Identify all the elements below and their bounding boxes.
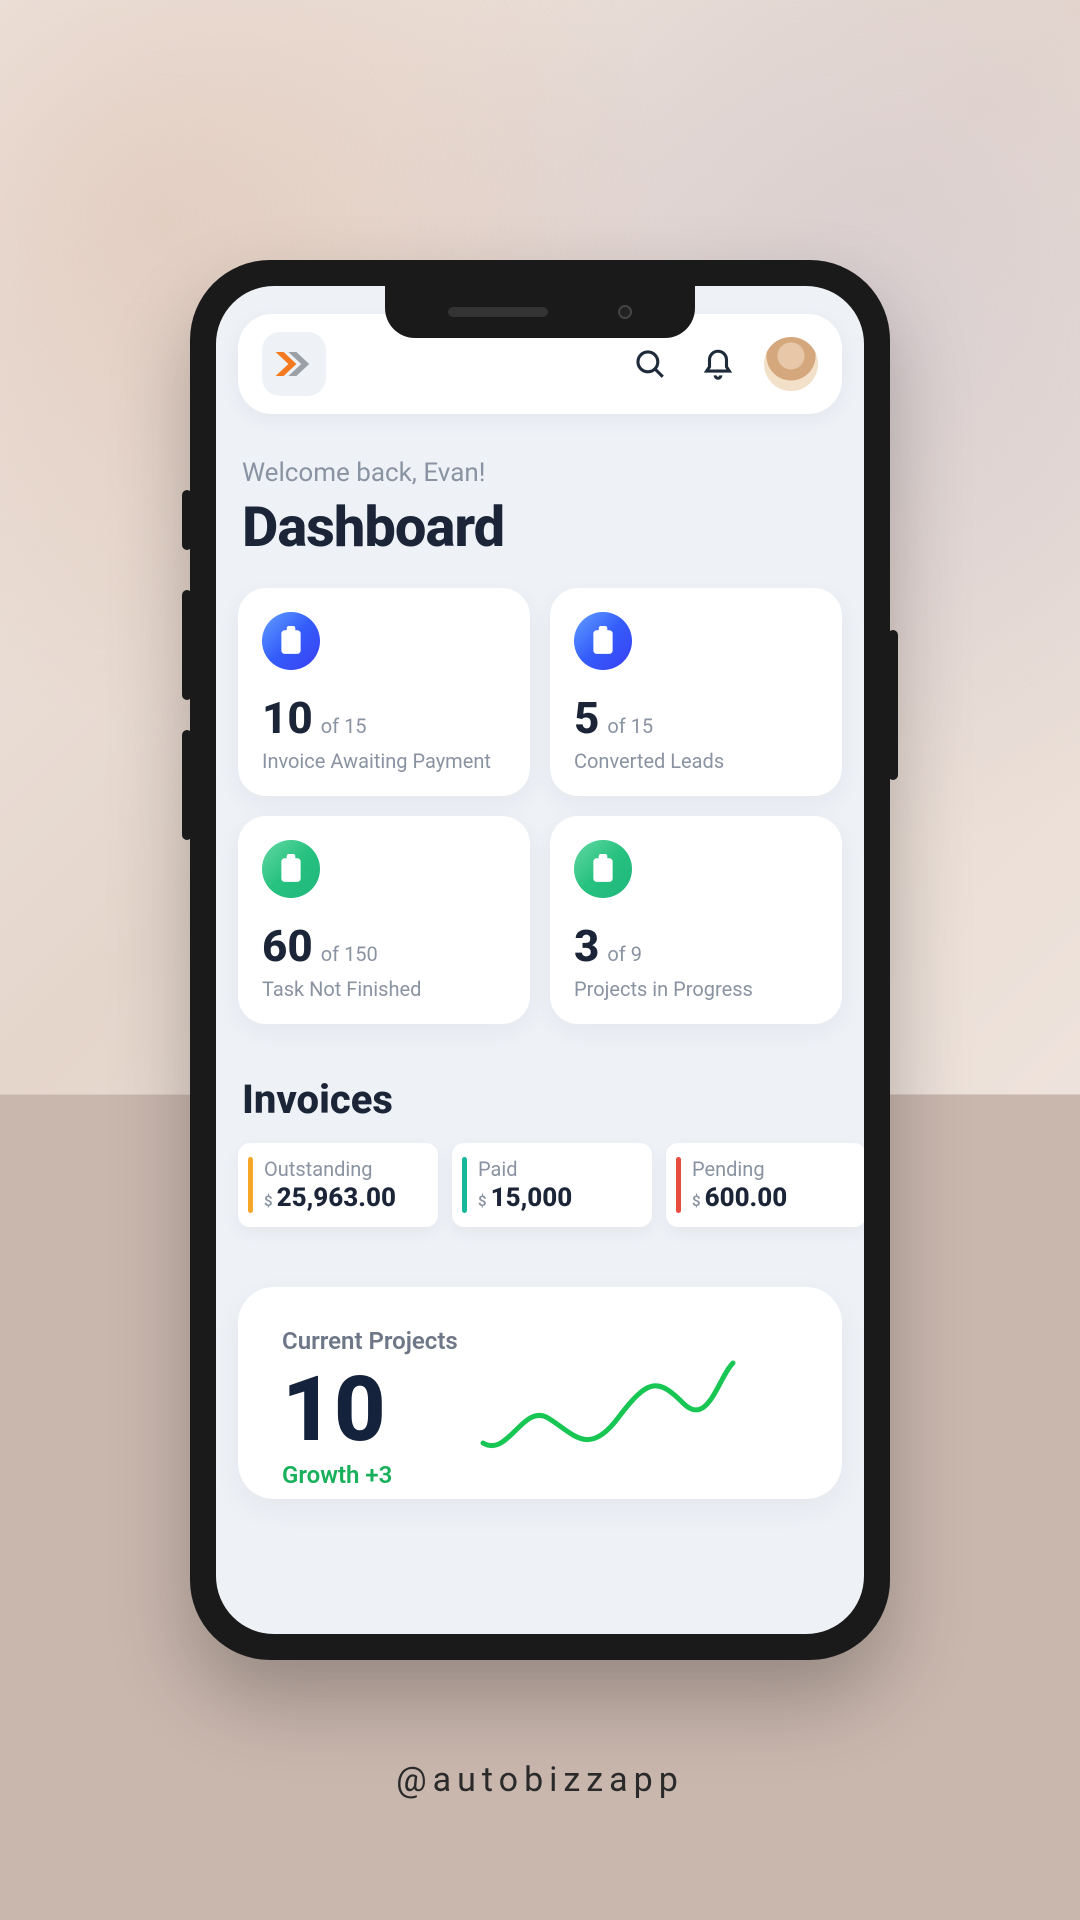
greeting-text: Welcome back, Evan!	[242, 458, 838, 488]
invoice-currency: $	[692, 1192, 701, 1210]
stats-grid: 10 of 15 Invoice Awaiting Payment 5 of 15 …	[238, 588, 842, 1024]
invoice-currency: $	[478, 1192, 487, 1210]
stat-label: Invoice Awaiting Payment	[262, 748, 506, 774]
invoice-card-paid[interactable]: Paid $15,000	[452, 1143, 652, 1227]
phone-frame: Welcome back, Evan! Dashboard 10 of 15 In…	[190, 260, 890, 1660]
stat-value: 5	[574, 692, 599, 744]
notifications-button[interactable]	[698, 344, 738, 384]
stat-card-projects-in-progress[interactable]: 3 of 9 Projects in Progress	[550, 816, 842, 1024]
phone-screen: Welcome back, Evan! Dashboard 10 of 15 In…	[216, 286, 864, 1634]
stat-label: Task Not Finished	[262, 976, 506, 1002]
clipboard-icon	[574, 840, 632, 898]
projects-title: Current Projects	[282, 1327, 458, 1355]
stat-value: 60	[262, 920, 313, 972]
bell-icon	[701, 347, 735, 381]
current-projects-card[interactable]: Current Projects 10 Growth +3	[238, 1287, 842, 1499]
search-button[interactable]	[630, 344, 670, 384]
stat-card-converted-leads[interactable]: 5 of 15 Converted Leads	[550, 588, 842, 796]
clipboard-icon	[574, 612, 632, 670]
stat-of: of 150	[321, 942, 378, 966]
stat-value: 3	[574, 920, 599, 972]
projects-growth: Growth +3	[282, 1461, 458, 1489]
phone-camera	[618, 305, 632, 319]
stat-label: Converted Leads	[574, 748, 818, 774]
app-content: Welcome back, Evan! Dashboard 10 of 15 In…	[216, 286, 864, 1499]
stat-of: of 15	[607, 714, 653, 738]
stat-card-task-not-finished[interactable]: 60 of 150 Task Not Finished	[238, 816, 530, 1024]
stat-of: of 15	[321, 714, 367, 738]
phone-speaker	[448, 307, 548, 317]
invoice-label: Pending	[692, 1157, 850, 1181]
invoice-amount: 15,000	[491, 1183, 573, 1213]
invoice-label: Paid	[478, 1157, 636, 1181]
invoice-label: Outstanding	[264, 1157, 422, 1181]
phone-side-button	[182, 730, 192, 840]
projects-sparkline	[478, 1327, 798, 1489]
phone-side-button	[888, 630, 898, 780]
clipboard-icon	[262, 612, 320, 670]
clipboard-icon	[262, 840, 320, 898]
stat-of: of 9	[607, 942, 642, 966]
phone-notch	[385, 286, 695, 338]
projects-value: 10	[282, 1365, 458, 1455]
invoice-currency: $	[264, 1192, 273, 1210]
invoice-amount: 600.00	[705, 1183, 788, 1213]
footer-handle: @autobizzapp	[0, 1760, 1080, 1920]
invoice-card-outstanding[interactable]: Outstanding $25,963.00	[238, 1143, 438, 1227]
invoices-row[interactable]: Outstanding $25,963.00 Paid $15,000 Pend…	[238, 1143, 842, 1227]
page-title: Dashboard	[242, 494, 838, 560]
stat-card-invoice-awaiting[interactable]: 10 of 15 Invoice Awaiting Payment	[238, 588, 530, 796]
invoice-card-pending[interactable]: Pending $600.00	[666, 1143, 864, 1227]
invoices-heading: Invoices	[242, 1076, 838, 1123]
app-logo-icon	[274, 350, 314, 378]
search-icon	[633, 347, 667, 381]
app-logo[interactable]	[262, 332, 326, 396]
stat-label: Projects in Progress	[574, 976, 818, 1002]
avatar[interactable]	[764, 337, 818, 391]
phone-side-button	[182, 590, 192, 700]
stat-value: 10	[262, 692, 313, 744]
invoice-amount: 25,963.00	[277, 1183, 396, 1213]
phone-side-button	[182, 490, 192, 550]
